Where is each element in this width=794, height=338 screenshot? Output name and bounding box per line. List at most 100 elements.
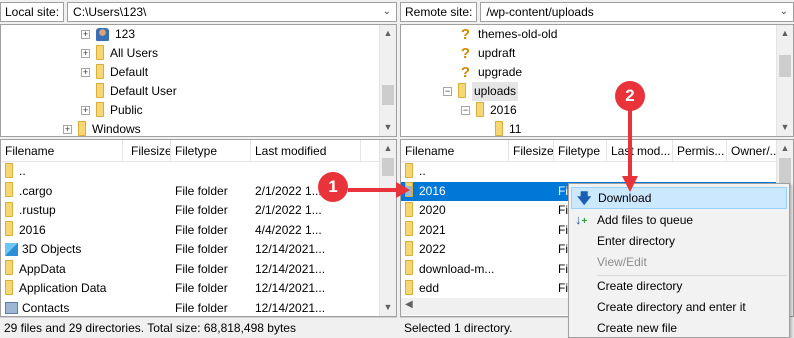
file-row[interactable]: 3D Objects File folder 12/14/2021... [1, 240, 379, 260]
file-name: edd [419, 281, 440, 295]
context-menu: 🡇 Download ↓+ Add files to queue Enter d… [568, 183, 790, 338]
3d-objects-icon [5, 243, 18, 256]
folder-icon [405, 279, 413, 295]
file-row[interactable]: .rustup File folder 2/1/2022 1... [1, 201, 379, 221]
file-row[interactable]: Application Data File folder 12/14/2021.… [1, 279, 379, 299]
tree-item[interactable]: + Public [81, 101, 143, 120]
file-name: Application Data [19, 281, 107, 295]
column-filesize[interactable]: Filesize [123, 140, 171, 162]
tree-item[interactable]: − uploads [443, 82, 519, 101]
local-list-scrollbar[interactable]: ▲ ▼ [379, 140, 396, 316]
expand-icon[interactable]: + [81, 68, 90, 77]
column-filename[interactable]: Filename [1, 140, 123, 162]
tree-item-label: 11 [509, 122, 522, 136]
column-filename[interactable]: Filename [401, 140, 509, 162]
file-name: download-m... [419, 261, 495, 276]
scroll-down-icon[interactable]: ▼ [380, 119, 396, 136]
scroll-up-icon[interactable]: ▲ [380, 140, 396, 157]
tree-item[interactable]: ? themes-old-old [459, 25, 557, 44]
expand-icon[interactable]: + [63, 125, 72, 134]
file-name: .. [419, 164, 426, 178]
file-name: .. [19, 164, 26, 178]
remote-path-combo[interactable]: /wp-content/uploads ⌄ [480, 2, 794, 22]
scroll-thumb[interactable] [779, 55, 791, 77]
file-type: File folder [175, 281, 228, 295]
scroll-thumb[interactable] [382, 158, 394, 176]
menu-item-create-new-file[interactable]: Create new file [569, 317, 789, 338]
tree-item-label: updraft [478, 46, 516, 60]
scroll-thumb[interactable] [382, 85, 394, 105]
column-last-modified[interactable]: Last modified [251, 140, 361, 162]
tree-item[interactable]: Default User [81, 82, 177, 101]
tree-item[interactable]: ? upgrade [459, 63, 522, 82]
unknown-icon: ? [460, 64, 471, 81]
file-name: 2016 [419, 183, 446, 198]
file-row[interactable]: .. [401, 162, 776, 182]
expand-icon[interactable]: + [81, 49, 90, 58]
file-row[interactable]: Contacts File folder 12/14/2021... [1, 299, 379, 317]
annotation-badge-2: 2 [615, 81, 645, 111]
file-type: File folder [175, 183, 228, 198]
remote-site-bar: Remote site: /wp-content/uploads ⌄ [400, 0, 794, 24]
chevron-down-icon[interactable]: ⌄ [383, 3, 391, 21]
file-row[interactable]: AppData File folder 12/14/2021... [1, 260, 379, 280]
column-filesize[interactable]: Filesize [509, 140, 554, 162]
folder-icon [96, 101, 104, 117]
scroll-up-icon[interactable]: ▲ [380, 25, 396, 42]
collapse-icon[interactable]: − [461, 106, 470, 115]
tree-item-label: Default User [110, 84, 177, 98]
tree-item-label: Default [110, 65, 149, 79]
column-filetype[interactable]: Filetype [554, 140, 607, 162]
folder-icon [405, 221, 413, 236]
local-site-label: Local site: [0, 2, 65, 22]
tree-item[interactable]: + All Users [81, 44, 158, 63]
menu-item-add-to-queue[interactable]: ↓+ Add files to queue [569, 209, 789, 231]
scroll-left-icon[interactable]: ◀ [405, 299, 413, 310]
file-type: File folder [175, 300, 228, 315]
column-last-modified[interactable]: Last mod... [607, 140, 673, 162]
file-type: File folder [175, 203, 228, 217]
column-filetype[interactable]: Filetype [171, 140, 251, 162]
collapse-icon[interactable]: − [443, 87, 452, 96]
chevron-down-icon[interactable]: ⌄ [780, 3, 788, 21]
expand-icon[interactable]: + [81, 30, 90, 39]
scroll-up-icon[interactable]: ▲ [777, 140, 793, 157]
file-modified: 12/14/2021... [255, 300, 326, 315]
menu-item-view-edit: View/Edit [597, 255, 647, 269]
folder-icon [405, 201, 413, 217]
remote-path-value: /wp-content/uploads [486, 5, 594, 19]
local-path-combo[interactable]: C:\Users\123\ ⌄ [67, 2, 397, 22]
contacts-icon [5, 302, 18, 314]
menu-item-create-directory[interactable]: Create directory [569, 275, 789, 297]
tree-item[interactable]: ? updraft [459, 44, 515, 63]
folder-icon [495, 120, 503, 136]
tree-item[interactable]: 11 [495, 120, 522, 136]
tree-item[interactable]: + 123 [81, 25, 135, 44]
tree-item[interactable]: + Windows [63, 120, 141, 136]
tree-item-label: All Users [110, 46, 159, 60]
scroll-down-icon[interactable]: ▼ [777, 119, 793, 136]
column-owner[interactable]: Owner/... [727, 140, 779, 162]
tree-item[interactable]: + Default [81, 63, 148, 82]
expand-icon[interactable]: + [81, 106, 90, 115]
folder-icon [5, 279, 13, 295]
tree-item-label: 123 [115, 27, 136, 41]
column-permissions[interactable]: Permis... [673, 140, 727, 162]
local-tree-scrollbar[interactable]: ▲ ▼ [379, 25, 396, 136]
folder-icon [458, 82, 466, 98]
remote-tree: ? themes-old-old ? updraft ? upgrade − u… [400, 24, 794, 137]
file-name: Contacts [22, 300, 70, 315]
menu-item-download[interactable]: 🡇 Download [571, 187, 787, 209]
folder-icon [405, 240, 413, 256]
menu-item-create-directory-enter[interactable]: Create directory and enter it [569, 296, 789, 318]
file-row[interactable]: 2016 File folder 4/4/2022 1... [1, 221, 379, 241]
tree-item[interactable]: − 2016 [461, 101, 517, 120]
folder-icon [5, 201, 13, 217]
menu-item-enter-directory[interactable]: Enter directory [569, 230, 789, 252]
scroll-up-icon[interactable]: ▲ [777, 25, 793, 42]
folder-icon [96, 44, 104, 60]
scroll-down-icon[interactable]: ▼ [380, 299, 396, 316]
file-modified: 12/14/2021... [255, 242, 326, 256]
remote-status-bar: Selected 1 directory. [400, 317, 568, 338]
remote-tree-scrollbar[interactable]: ▲ ▼ [776, 25, 793, 136]
